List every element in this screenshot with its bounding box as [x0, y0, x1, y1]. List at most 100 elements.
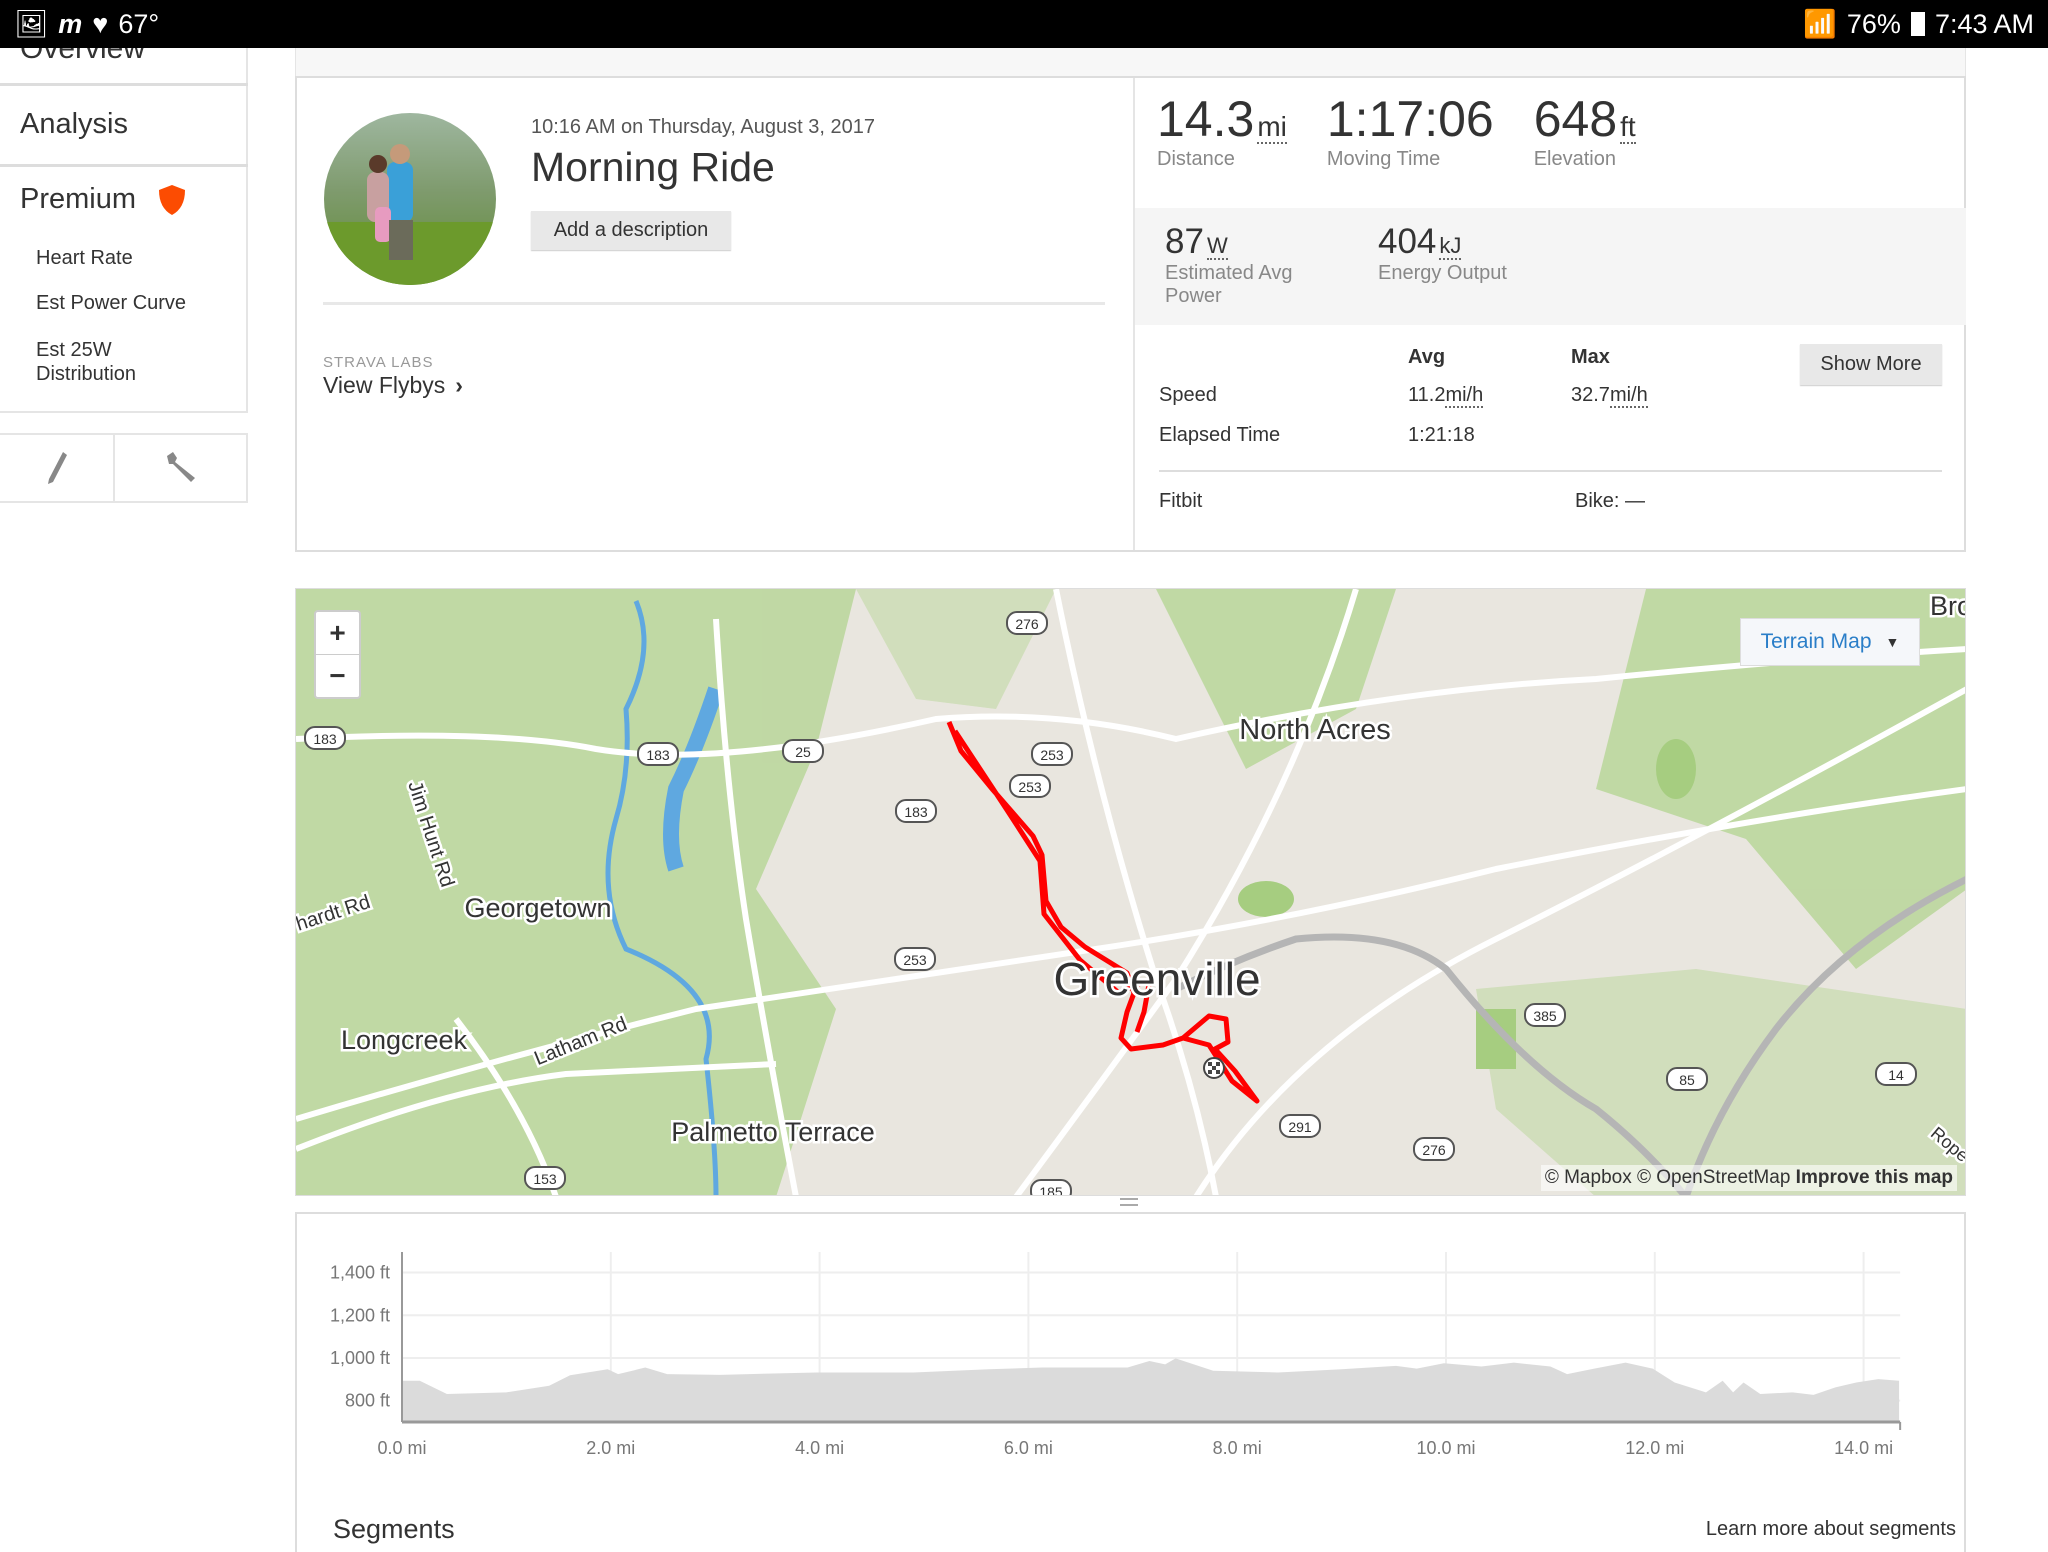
zoom-in-button[interactable]: + [316, 612, 359, 655]
show-more-button[interactable]: Show More [1800, 344, 1942, 385]
road-shield: 85 [1666, 1067, 1708, 1091]
map-place-label: Georgetown [464, 893, 611, 923]
edit-button[interactable] [0, 435, 115, 501]
wifi-icon: 📶 [1803, 9, 1837, 39]
activity-header-strip [295, 48, 1966, 78]
add-description-button[interactable]: Add a description [531, 211, 731, 250]
elevation-chart[interactable]: 1,400 ft 1,200 ft 1,000 ft 800 ft 0.0 mi 2.0 … [297, 1214, 1968, 1514]
secondary-stats: 87 W Estimated Avg Power 404 kJ Energy Outpu… [1135, 208, 1966, 325]
svg-text:25: 25 [795, 744, 811, 760]
col-avg: Avg [1408, 346, 1446, 368]
svg-text:14: 14 [1888, 1067, 1904, 1083]
battery-icon [1910, 12, 1925, 36]
road-shield: 385 [1524, 1003, 1566, 1027]
svg-text:276: 276 [1422, 1142, 1446, 1158]
route-map[interactable]: 276 183 183 25 253 253 183 253 385 85 14 291 276 153 1… [295, 588, 1966, 1196]
activity-summary-card: 10:16 AM on Thursday, August 3, 2017 Mor… [295, 76, 1966, 552]
battery-level: 76% [1846, 8, 1901, 39]
sidebar-nav: Overview Analysis Premium Heart Rate Est… [0, 20, 248, 413]
map-place-label: Palmetto Terrace [671, 1117, 875, 1147]
svg-text:276: 276 [1015, 616, 1039, 632]
y-tick-label: 1,400 ft [330, 1263, 390, 1283]
activity-datetime: 10:16 AM on Thursday, August 3, 2017 [531, 116, 875, 138]
svg-text:153: 153 [533, 1171, 557, 1187]
map-style-label: Terrain Map [1760, 630, 1872, 653]
chevron-right-icon: › [455, 372, 463, 398]
x-tick-label: 6.0 mi [1004, 1438, 1053, 1458]
device-name: Fitbit [1159, 490, 1203, 512]
road-shield: 183 [304, 726, 346, 750]
sidebar-item-est-power-curve[interactable]: Est Power Curve [36, 291, 186, 315]
col-max: Max [1571, 346, 1610, 368]
road-shield: 276 [1413, 1137, 1455, 1161]
y-tick-label: 800 ft [345, 1391, 390, 1411]
map-canvas[interactable]: 276 183 183 25 253 253 183 253 385 85 14 291 276 153 1… [296, 589, 1966, 1196]
map-place-label: Longcreek [341, 1025, 468, 1055]
wrench-icon [166, 452, 195, 482]
attribution-text[interactable]: © Mapbox © OpenStreetMap [1545, 1167, 1791, 1188]
road-shield: 14 [1875, 1062, 1917, 1086]
svg-text:253: 253 [1018, 779, 1042, 795]
view-flybys-link[interactable]: View Flybys › [323, 372, 463, 399]
premium-shield-icon [159, 184, 186, 215]
road-shield: 25 [782, 739, 824, 763]
improve-map-link[interactable]: Improve this map [1796, 1167, 1953, 1188]
premium-label: Premium [20, 183, 137, 215]
map-resize-handle[interactable] [1120, 1198, 1138, 1206]
stat-moving-time: 1:17:06 Moving Time [1326, 91, 1494, 170]
road-shield: 253 [1031, 742, 1073, 766]
road-shield: 253 [894, 947, 936, 971]
map-place-label: North Acres [1239, 714, 1391, 746]
pencil-icon [47, 452, 67, 484]
strava-labs-label: STRAVA LABS [323, 354, 434, 371]
road-shield: 153 [524, 1166, 566, 1190]
road-shield: 183 [895, 799, 937, 823]
segments-title: Segments [333, 1514, 455, 1544]
road-shield: 276 [1006, 611, 1048, 635]
svg-text:183: 183 [904, 804, 928, 820]
bike-name: Bike: — [1575, 490, 1646, 512]
sidebar-item-premium[interactable]: Premium [20, 183, 186, 216]
svg-text:291: 291 [1288, 1119, 1312, 1135]
svg-text:385: 385 [1533, 1008, 1557, 1024]
tools-button[interactable] [115, 435, 246, 501]
app-m-icon: m [58, 8, 83, 39]
svg-text:253: 253 [903, 952, 927, 968]
activity-title: Morning Ride [531, 144, 775, 190]
elapsed-time-value: 1:21:18 [1408, 424, 1475, 446]
speed-max: 32.7mi/h [1571, 384, 1648, 408]
sidebar-item-est-25w-distribution[interactable]: Est 25W Distribution [36, 338, 176, 386]
road-shield: 291 [1279, 1114, 1321, 1138]
zoom-out-button[interactable]: − [316, 655, 359, 697]
svg-text:185: 185 [1039, 1184, 1063, 1196]
stat-distance: 14.3 mi Distance [1157, 91, 1287, 170]
sidebar-item-heart-rate[interactable]: Heart Rate [36, 246, 133, 270]
elevation-area [402, 1358, 1900, 1422]
x-tick-label: 0.0 mi [377, 1438, 426, 1458]
stat-elevation: 648 ft Elevation [1533, 91, 1636, 170]
map-style-dropdown[interactable]: Terrain Map ▼ [1740, 618, 1920, 666]
temperature: 67° [118, 8, 160, 39]
map-place-label: Greenville [1053, 953, 1260, 1005]
learn-more-segments-link[interactable]: Learn more about segments [1706, 1518, 1956, 1541]
road-shield: 185 [1030, 1179, 1072, 1196]
x-tick-label: 12.0 mi [1625, 1438, 1684, 1458]
road-shield: 253 [1009, 774, 1051, 798]
gallery-icon: 🖼 [14, 9, 49, 39]
sidebar-tools [0, 433, 248, 503]
elapsed-time-label: Elapsed Time [1159, 424, 1281, 446]
speed-label: Speed [1159, 384, 1217, 406]
x-tick-label: 8.0 mi [1213, 1438, 1262, 1458]
status-bar: 🖼 m ♥ 67° 📶 76% 7:43 AM [0, 0, 2048, 48]
elevation-card: 1,400 ft 1,200 ft 1,000 ft 800 ft 0.0 mi 2.0 … [295, 1212, 1966, 1552]
athlete-avatar[interactable] [323, 112, 497, 286]
sidebar-item-analysis[interactable]: Analysis [20, 108, 128, 141]
y-tick-label: 1,200 ft [330, 1305, 390, 1325]
svg-text:85: 85 [1679, 1072, 1695, 1088]
clock: 7:43 AM [1934, 8, 2034, 39]
svg-text:183: 183 [646, 747, 670, 763]
x-tick-label: 2.0 mi [586, 1438, 635, 1458]
svg-text:183: 183 [313, 731, 337, 747]
map-place-label: Bro [1930, 591, 1966, 621]
finish-flag-icon [1203, 1057, 1225, 1079]
